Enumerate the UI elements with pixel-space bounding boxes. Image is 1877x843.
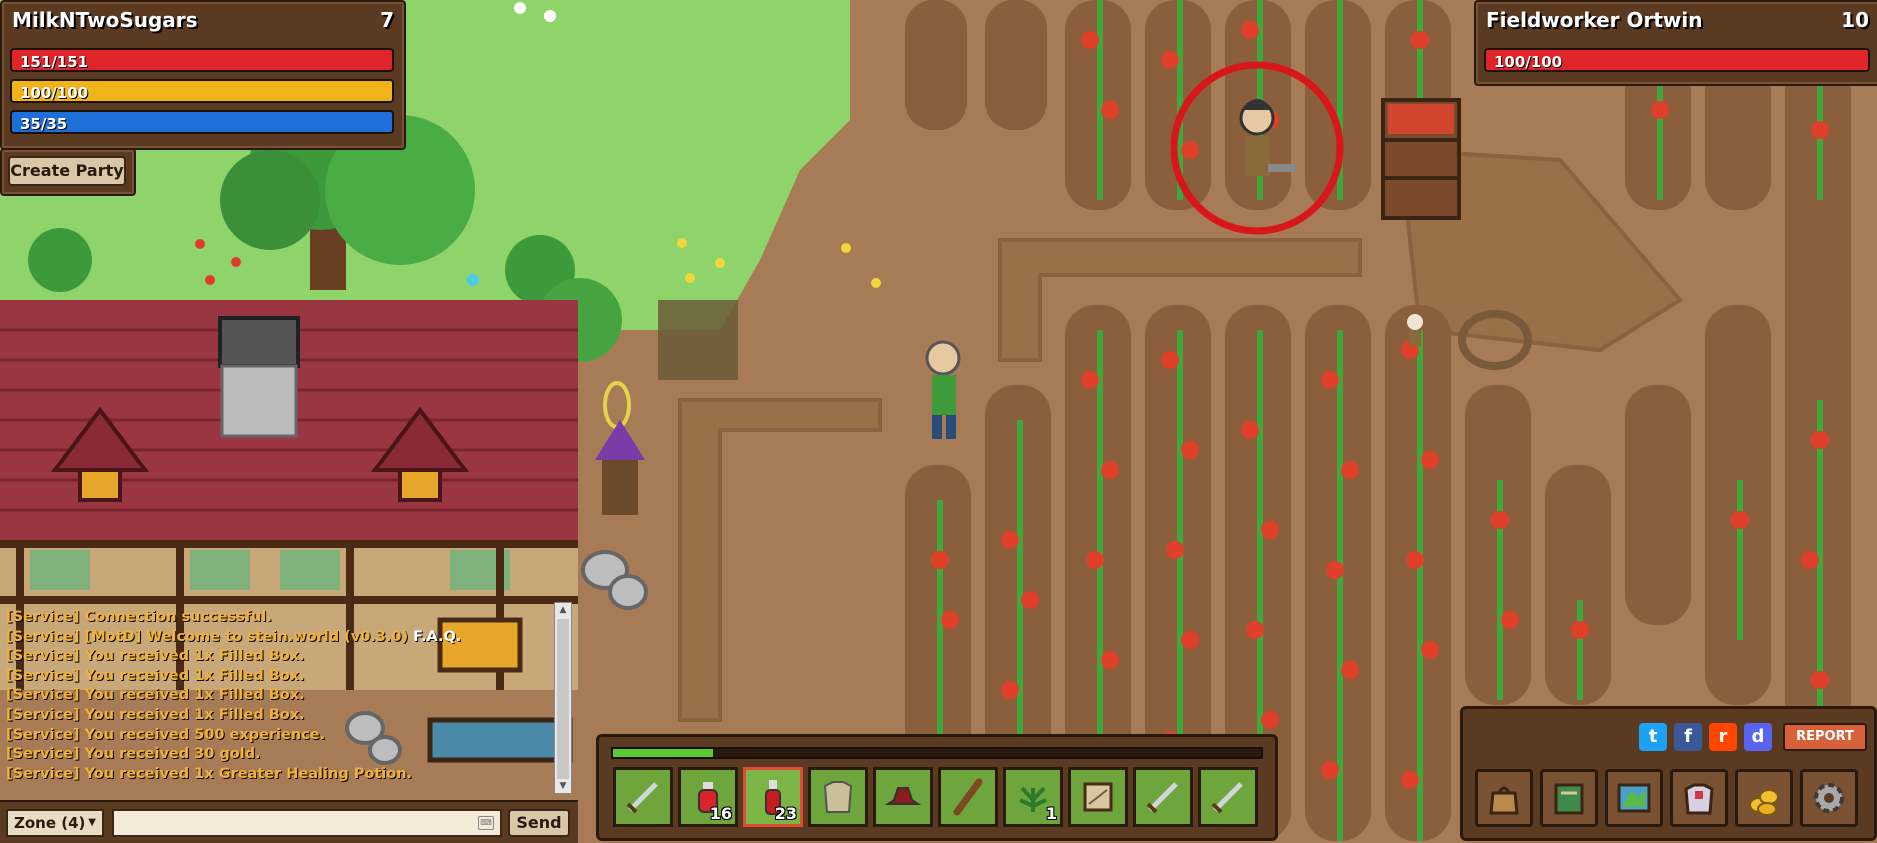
player-mana-bar: 35/35 xyxy=(10,110,394,134)
chat-line: [Service] You received 1x Greater Healin… xyxy=(6,765,413,782)
player-level: 7 xyxy=(380,8,394,32)
chat-log[interactable]: [Service] Connection successful. [Servic… xyxy=(0,598,578,798)
player-health-text: 151/151 xyxy=(20,53,89,71)
hotbar-slot-7[interactable]: 1 xyxy=(1003,767,1063,827)
hotbar-slot-3[interactable]: 23 xyxy=(743,767,803,827)
action-hotbar: 16 23 1 xyxy=(596,734,1278,841)
keyboard-icon[interactable]: ⌨ xyxy=(478,816,494,830)
settings-button[interactable] xyxy=(1800,769,1858,827)
quest-book-icon xyxy=(1554,783,1584,815)
target-name: Fieldworker Ortwin xyxy=(1486,8,1703,32)
chat-scrollbar[interactable]: ▲ ▼ xyxy=(554,602,572,794)
chat-input[interactable]: ⌨ xyxy=(112,809,502,837)
player-name-row: MilkNTwoSugars 7 xyxy=(12,8,394,34)
inventory-bag-icon xyxy=(1489,786,1519,815)
slot-count: 23 xyxy=(774,804,797,823)
hotbar-slot-4[interactable] xyxy=(808,767,868,827)
create-party-button[interactable]: Create Party xyxy=(8,156,126,186)
chat-channel-select[interactable]: Zone (4) ▼ xyxy=(6,809,104,837)
chevron-down-icon: ▼ xyxy=(88,817,96,828)
slot-count: 16 xyxy=(709,804,732,823)
hotbar-slot-8[interactable] xyxy=(1068,767,1128,827)
chat-line: [Service] You received 500 experience. xyxy=(6,726,326,743)
slot-count: 1 xyxy=(1045,804,1057,823)
hotbar-slot-5[interactable] xyxy=(873,767,933,827)
chat-line: [Service] You received 1x Filled Box. xyxy=(6,667,305,684)
character-armor-icon xyxy=(1684,783,1714,815)
target-health-bar: 100/100 xyxy=(1484,48,1870,72)
report-label: REPORT xyxy=(1796,729,1854,744)
target-frame: Fieldworker Ortwin 10 100/100 xyxy=(1474,0,1877,86)
discord-icon[interactable]: d xyxy=(1744,723,1772,751)
crop-crate xyxy=(1381,98,1461,220)
scroll-thumb[interactable] xyxy=(557,619,569,779)
chat-lines: [Service] Connection successful. [Servic… xyxy=(6,608,556,784)
experience-fill xyxy=(613,749,714,757)
target-name-row: Fieldworker Ortwin 10 xyxy=(1486,8,1869,34)
reddit-icon[interactable]: r xyxy=(1709,723,1737,751)
club-icon xyxy=(953,778,983,816)
player-name: MilkNTwoSugars xyxy=(12,8,198,32)
npc-farmer-small xyxy=(1407,314,1423,346)
chat-line-text: [Service] [MotD] Welcome to stein.world … xyxy=(6,628,409,645)
armor-shirt-icon xyxy=(823,781,853,813)
hat-icon xyxy=(884,787,922,805)
character-button[interactable] xyxy=(1670,769,1728,827)
inventory-button[interactable] xyxy=(1475,769,1533,827)
player-mana-text: 35/35 xyxy=(20,115,68,133)
sword-icon xyxy=(1146,782,1178,814)
chat-channel-value: Zone (4) xyxy=(14,814,86,832)
settings-gear-icon xyxy=(1814,783,1844,813)
target-health-text: 100/100 xyxy=(1494,53,1563,71)
chat-line: [Service] Connection successful. xyxy=(6,609,272,625)
world-map-icon xyxy=(1617,783,1651,813)
world-map-button[interactable] xyxy=(1605,769,1663,827)
map-scroll-icon xyxy=(1083,782,1113,812)
chat-line: [Service] [MotD] Welcome to stein.world … xyxy=(6,628,556,648)
send-button[interactable]: Send xyxy=(508,809,570,837)
chat-input-bar: Zone (4) ▼ ⌨ Send xyxy=(0,800,578,843)
hotbar-slot-6[interactable] xyxy=(938,767,998,827)
hotbar-slot-2[interactable]: 16 xyxy=(678,767,738,827)
main-menu-panel: t f r d REPORT xyxy=(1460,706,1877,841)
target-level: 10 xyxy=(1841,8,1869,32)
twitter-icon[interactable]: t xyxy=(1639,723,1667,751)
chat-line: [Service] You received 1x Filled Box. xyxy=(6,687,305,704)
scroll-down-icon[interactable]: ▼ xyxy=(555,779,571,793)
sword-icon xyxy=(1211,782,1243,814)
player-energy-bar: 100/100 xyxy=(10,79,394,103)
gold-button[interactable] xyxy=(1735,769,1793,827)
scroll-up-icon[interactable]: ▲ xyxy=(555,603,571,617)
quest-book-button[interactable] xyxy=(1540,769,1598,827)
report-button[interactable]: REPORT xyxy=(1783,723,1867,751)
hotbar-slot-10[interactable] xyxy=(1198,767,1258,827)
chat-line: [Service] You received 1x Filled Box. xyxy=(6,706,305,723)
chat-line: [Service] You received 30 gold. xyxy=(6,746,261,763)
player-frame: MilkNTwoSugars 7 151/151 100/100 35/35 xyxy=(0,0,406,150)
party-panel: Create Party xyxy=(0,148,136,196)
experience-bar xyxy=(611,747,1263,759)
player-energy-text: 100/100 xyxy=(20,84,89,102)
hotbar-slot-1[interactable] xyxy=(613,767,673,827)
faq-link[interactable]: F.A.Q. xyxy=(413,629,461,645)
mana-fill xyxy=(12,112,392,132)
player-health-bar: 151/151 xyxy=(10,48,394,72)
facebook-icon[interactable]: f xyxy=(1674,723,1702,751)
gold-coins-icon xyxy=(1749,789,1779,816)
hotbar-slot-9[interactable] xyxy=(1133,767,1193,827)
chat-line: [Service] You received 1x Filled Box. xyxy=(6,648,305,665)
sword-icon xyxy=(626,782,658,814)
